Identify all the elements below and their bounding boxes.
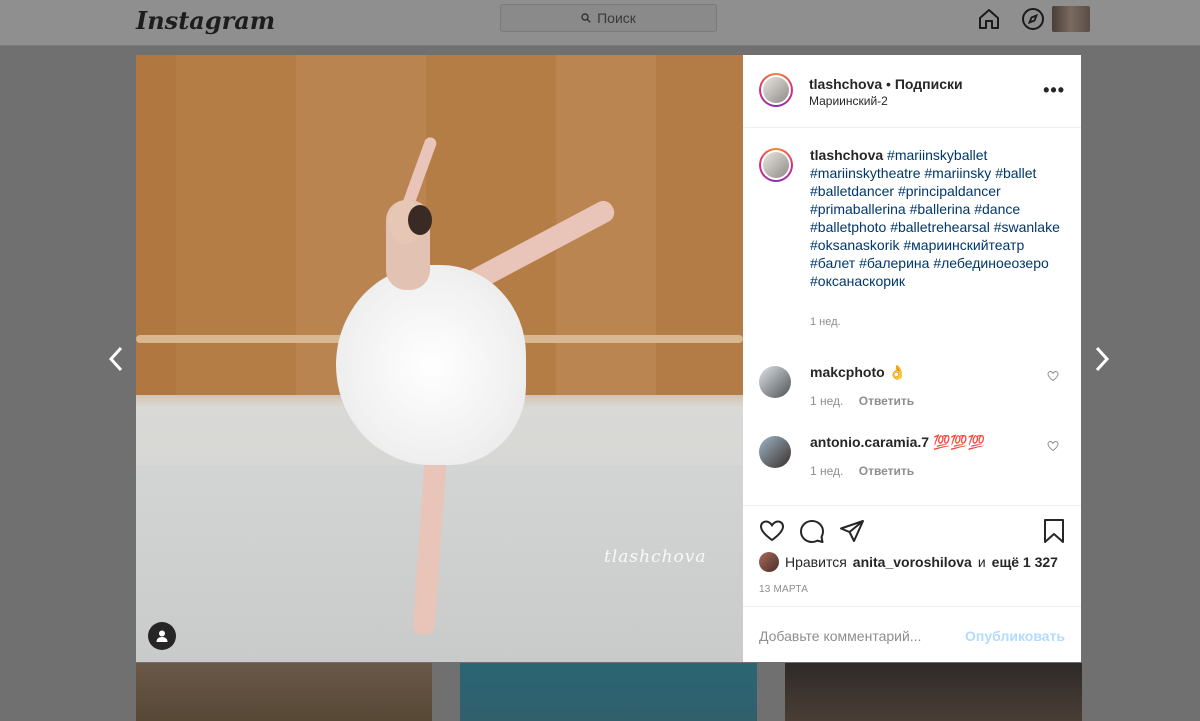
comment-meta: 1 нед. Ответить [810, 464, 914, 478]
hashtag-link[interactable]: #balletrehearsal [890, 219, 990, 235]
wall-panel [176, 55, 298, 395]
reply-button[interactable]: Ответить [859, 394, 914, 408]
hashtag-link[interactable]: #mariinskytheatre [810, 165, 921, 181]
hashtag-link[interactable]: #балет [810, 255, 855, 271]
hashtag-link[interactable]: #ballerina [910, 201, 971, 217]
post-location[interactable]: Мариинский-2 [809, 94, 888, 108]
hashtag-link[interactable]: #primaballerina [810, 201, 906, 217]
comment-meta: 1 нед. Ответить [810, 394, 914, 408]
post-side-panel: tlashchova • Подписки Мариинский-2 ••• t… [743, 55, 1081, 662]
share-icon[interactable] [839, 518, 865, 544]
hashtag-link[interactable]: #балерина [859, 255, 929, 271]
like-comment-icon[interactable] [1047, 440, 1059, 452]
post-header: tlashchova • Подписки Мариинский-2 ••• [743, 55, 1081, 128]
comment-text: antonio.caramia.7 💯💯💯 [810, 434, 985, 451]
commenter-username[interactable]: makcphoto [810, 364, 885, 380]
previous-post-button[interactable] [106, 345, 126, 373]
hashtag-link[interactable]: #dance [974, 201, 1020, 217]
author-username[interactable]: tlashchova [809, 76, 882, 92]
author-line: tlashchova • Подписки [809, 76, 963, 92]
hashtag-link[interactable]: #ballet [995, 165, 1036, 181]
comment-time[interactable]: 1 нед. [810, 394, 843, 408]
search-icon [581, 13, 591, 23]
comment-body: 👌 [888, 364, 907, 380]
post-date[interactable]: 13 МАРТА [759, 584, 808, 595]
comment-text: makcphoto 👌 [810, 364, 906, 381]
more-options-icon[interactable]: ••• [1043, 80, 1065, 101]
dancer-hair [408, 205, 432, 235]
likes-summary: Нравится anita_voroshilova и ещё 1 327 [759, 552, 1058, 572]
home-icon[interactable] [976, 6, 1002, 32]
comment-item: antonio.caramia.7 💯💯💯 1 нед. Ответить [759, 434, 1069, 484]
wall-panel [136, 55, 178, 395]
hashtag-link[interactable]: #лебединоеозеро [933, 255, 1048, 271]
tagged-users-button[interactable] [148, 622, 176, 650]
grid-thumbnail[interactable] [460, 663, 757, 721]
reply-button[interactable]: Ответить [859, 464, 914, 478]
comment-time[interactable]: 1 нед. [810, 464, 843, 478]
hashtag-link[interactable]: #mariinskyballet [887, 147, 987, 163]
author-avatar[interactable] [759, 73, 793, 107]
grid-thumbnail[interactable] [136, 663, 432, 721]
commenter-avatar[interactable] [759, 436, 791, 468]
explore-icon[interactable] [1020, 6, 1046, 32]
likes-count[interactable]: ещё 1 327 [992, 554, 1058, 570]
like-comment-icon[interactable] [1047, 370, 1059, 382]
wall-panel [656, 55, 743, 395]
hashtag-link[interactable]: #мариинскийтеатр [903, 237, 1024, 253]
hashtag-link[interactable]: #principaldancer [898, 183, 1001, 199]
add-comment-form: Добавьте комментарий... Опубликовать [743, 606, 1081, 663]
comment-body: 💯💯💯 [932, 434, 986, 450]
hashtag-link[interactable]: #swanlake [994, 219, 1060, 235]
separator-dot: • [886, 76, 891, 92]
caption-avatar[interactable] [759, 148, 793, 182]
hashtag-link[interactable]: #оксанаскорик [810, 273, 905, 289]
profile-avatar[interactable] [1052, 6, 1090, 32]
hashtag-link[interactable]: #oksanaskorik [810, 237, 900, 253]
grid-thumbnail[interactable] [785, 663, 1082, 721]
top-bar: Instagram Поиск [0, 0, 1200, 46]
post-modal: tlashchova tlashchova • Подписки Мариинс… [136, 55, 1081, 662]
hashtag-link[interactable]: #balletphoto [810, 219, 886, 235]
follow-button[interactable]: Подписки [895, 76, 963, 92]
like-icon[interactable] [759, 518, 785, 544]
liker-username[interactable]: anita_voroshilova [853, 554, 972, 570]
next-post-button[interactable] [1092, 345, 1112, 373]
caption-time[interactable]: 1 нед. [810, 316, 841, 328]
instagram-logo[interactable]: Instagram [136, 6, 275, 35]
comments-list[interactable]: tlashchova #mariinskyballet #mariinskyth… [743, 128, 1081, 505]
search-input[interactable]: Поиск [500, 4, 717, 32]
dancer-tutu [336, 265, 526, 465]
save-bookmark-icon[interactable] [1041, 518, 1067, 544]
commenter-avatar[interactable] [759, 366, 791, 398]
search-placeholder: Поиск [597, 10, 636, 26]
user-icon [156, 630, 168, 642]
publish-comment-button[interactable]: Опубликовать [965, 628, 1065, 644]
likes-prefix: Нравится [785, 554, 847, 570]
post-photo[interactable]: tlashchova [136, 55, 743, 662]
chevron-right-icon [1095, 346, 1110, 372]
caption-username[interactable]: tlashchova [810, 147, 883, 163]
post-actions: Нравится anita_voroshilova и ещё 1 327 1… [743, 505, 1081, 606]
comment-icon[interactable] [799, 518, 825, 544]
likes-conjunction: и [977, 554, 986, 570]
photo-watermark: tlashchova [604, 547, 707, 567]
comment-item: makcphoto 👌 1 нед. Ответить [759, 364, 1069, 414]
chevron-left-icon [108, 346, 123, 372]
caption-text: tlashchova #mariinskyballet #mariinskyth… [810, 146, 1070, 290]
add-comment-input[interactable]: Добавьте комментарий... [759, 628, 921, 644]
liker-avatar[interactable] [759, 552, 779, 572]
hashtag-link[interactable]: #mariinsky [924, 165, 991, 181]
commenter-username[interactable]: antonio.caramia.7 [810, 434, 929, 450]
hashtag-link[interactable]: #balletdancer [810, 183, 894, 199]
